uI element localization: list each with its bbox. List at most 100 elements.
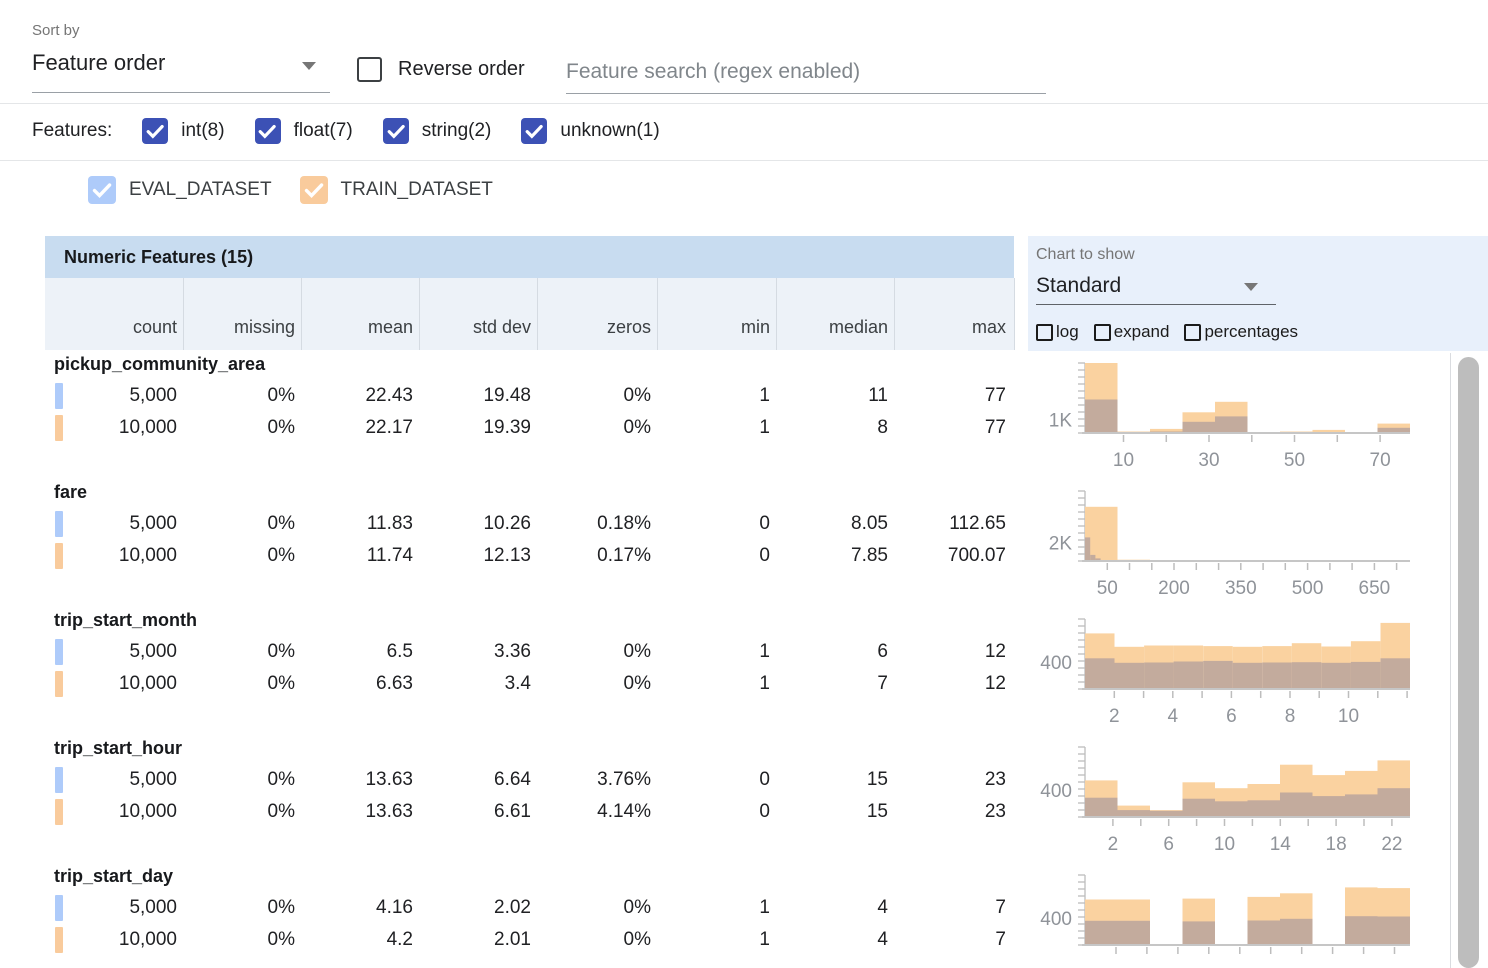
sort-order-select[interactable]: Feature order	[32, 50, 330, 76]
hist-bar	[1085, 400, 1118, 434]
checkbox-checked-icon	[521, 118, 547, 144]
checkbox-checked-icon	[383, 118, 409, 144]
histogram-trip_start_month[interactable]: 246810400	[1030, 609, 1450, 737]
chart-option-label: expand	[1114, 322, 1170, 342]
hist-bar	[1183, 422, 1216, 433]
stat-cell: 77	[894, 385, 1006, 407]
histogram-trip_start_hour[interactable]: 2610141822400	[1030, 737, 1450, 865]
histogram-svg: 103050701K	[1030, 353, 1450, 481]
stat-cell: 10,000	[65, 929, 177, 951]
column-header-std-dev: std dev	[419, 317, 531, 338]
feature-stats-row: 5,0000%6.53.360%1612	[45, 636, 1014, 668]
hist-bar	[1144, 663, 1174, 690]
stat-cell: 0%	[183, 929, 295, 951]
dataset-color-chip	[55, 799, 63, 825]
column-separator	[776, 278, 777, 350]
type-filter-unknown[interactable]: unknown(1)	[521, 118, 659, 144]
x-tick-label: 200	[1158, 578, 1190, 599]
stat-cell: 10,000	[65, 673, 177, 695]
x-tick-label: 22	[1381, 834, 1402, 855]
dataset-toggle-eval_dataset[interactable]: EVAL_DATASET	[88, 176, 272, 204]
stat-cell: 15	[776, 801, 888, 823]
hist-bar	[1378, 788, 1411, 817]
histogram-svg: 502003505006502K	[1030, 481, 1450, 609]
table-column-header-row: countmissingmeanstd devzerosminmedianmax	[45, 278, 1014, 350]
stat-cell: 4	[776, 929, 888, 951]
hist-bar	[1174, 662, 1204, 690]
stat-cell: 5,000	[65, 513, 177, 535]
stat-cell: 0%	[183, 513, 295, 535]
hist-bar	[1215, 801, 1248, 817]
stat-cell: 22.43	[301, 385, 413, 407]
hist-bar	[1183, 799, 1216, 817]
dataset-toggle-row: EVAL_DATASET TRAIN_DATASET	[88, 170, 493, 210]
column-separator	[537, 278, 538, 350]
type-filter-int[interactable]: int(8)	[142, 118, 224, 144]
dataset-color-chip	[55, 415, 63, 441]
stat-cell: 13.63	[301, 801, 413, 823]
check-icon	[90, 178, 114, 202]
type-filter-label: int(8)	[181, 120, 224, 142]
stat-cell: 0%	[539, 385, 651, 407]
y-axis-label: 2K	[1049, 534, 1073, 555]
dataset-color-chip	[55, 895, 63, 921]
feature-stats-row: 5,0000%13.636.643.76%01523	[45, 764, 1014, 796]
stat-cell: 11	[776, 385, 888, 407]
stat-cell: 5,000	[65, 385, 177, 407]
stat-cell: 1	[658, 673, 770, 695]
stat-cell: 19.39	[419, 417, 531, 439]
feature-stats-row: 5,0000%11.8310.260.18%08.05112.65	[45, 508, 1014, 540]
stat-cell: 23	[894, 769, 1006, 791]
x-tick-label: 50	[1284, 450, 1305, 471]
stat-cell: 6	[776, 641, 888, 663]
numeric-features-header: Numeric Features (15)	[45, 236, 1014, 278]
stat-cell: 2.02	[419, 897, 531, 919]
stat-cell: 4	[776, 897, 888, 919]
chart-option-log[interactable]: log	[1036, 322, 1079, 342]
stat-cell: 0%	[539, 673, 651, 695]
histogram-svg: 2610141822400	[1030, 737, 1450, 865]
chart-option-expand[interactable]: expand	[1094, 322, 1170, 342]
type-filter-float[interactable]: float(7)	[255, 118, 353, 144]
stat-cell: 0.17%	[539, 545, 651, 567]
chart-option-label: log	[1056, 322, 1079, 342]
stat-cell: 7	[894, 929, 1006, 951]
column-header-zeros: zeros	[539, 317, 651, 338]
stat-cell: 13.63	[301, 769, 413, 791]
x-tick-label: 4	[1168, 706, 1179, 727]
chart-option-percentages[interactable]: percentages	[1184, 322, 1298, 342]
stat-cell: 1	[658, 929, 770, 951]
x-tick-label: 350	[1225, 578, 1257, 599]
histogram-fare[interactable]: 502003505006502K	[1030, 481, 1450, 609]
dataset-color-chip	[55, 671, 63, 697]
vertical-scrollbar[interactable]	[1458, 357, 1479, 968]
feature-stats-row: 10,0000%22.1719.390%1877	[45, 412, 1014, 444]
scroll-divider	[1450, 353, 1451, 968]
column-separator	[657, 278, 658, 350]
dataset-color-chip	[55, 927, 63, 953]
type-filter-string[interactable]: string(2)	[383, 118, 492, 144]
chart-option-row: log expand percentages	[1036, 322, 1298, 342]
stat-cell: 4.16	[301, 897, 413, 919]
column-header-count: count	[65, 317, 177, 338]
numeric-features-title: Numeric Features (15)	[64, 247, 253, 268]
stat-cell: 10,000	[65, 801, 177, 823]
x-tick-label: 14	[1270, 834, 1292, 855]
stat-cell: 6.64	[419, 769, 531, 791]
hist-bar	[1321, 663, 1351, 689]
hist-bar	[1280, 793, 1313, 818]
dataset-toggle-train_dataset[interactable]: TRAIN_DATASET	[300, 176, 493, 204]
histogram-pickup_community_area[interactable]: 103050701K	[1030, 353, 1450, 481]
chart-type-select[interactable]: Standard	[1036, 274, 1276, 305]
reverse-order-checkbox[interactable]	[357, 57, 382, 82]
stat-cell: 0%	[183, 769, 295, 791]
histogram-trip_start_day[interactable]: 400	[1030, 865, 1450, 968]
hist-bar	[1280, 919, 1313, 945]
facets-overview-app: Sort by Feature order Reverse order Feat…	[0, 0, 1488, 968]
dataset-color-chip	[55, 767, 63, 793]
checkbox-checked-icon	[88, 176, 116, 204]
x-tick-label: 500	[1292, 578, 1324, 599]
hist-bar	[1215, 416, 1248, 433]
stat-cell: 0%	[183, 641, 295, 663]
feature-search-input[interactable]	[566, 50, 1046, 94]
